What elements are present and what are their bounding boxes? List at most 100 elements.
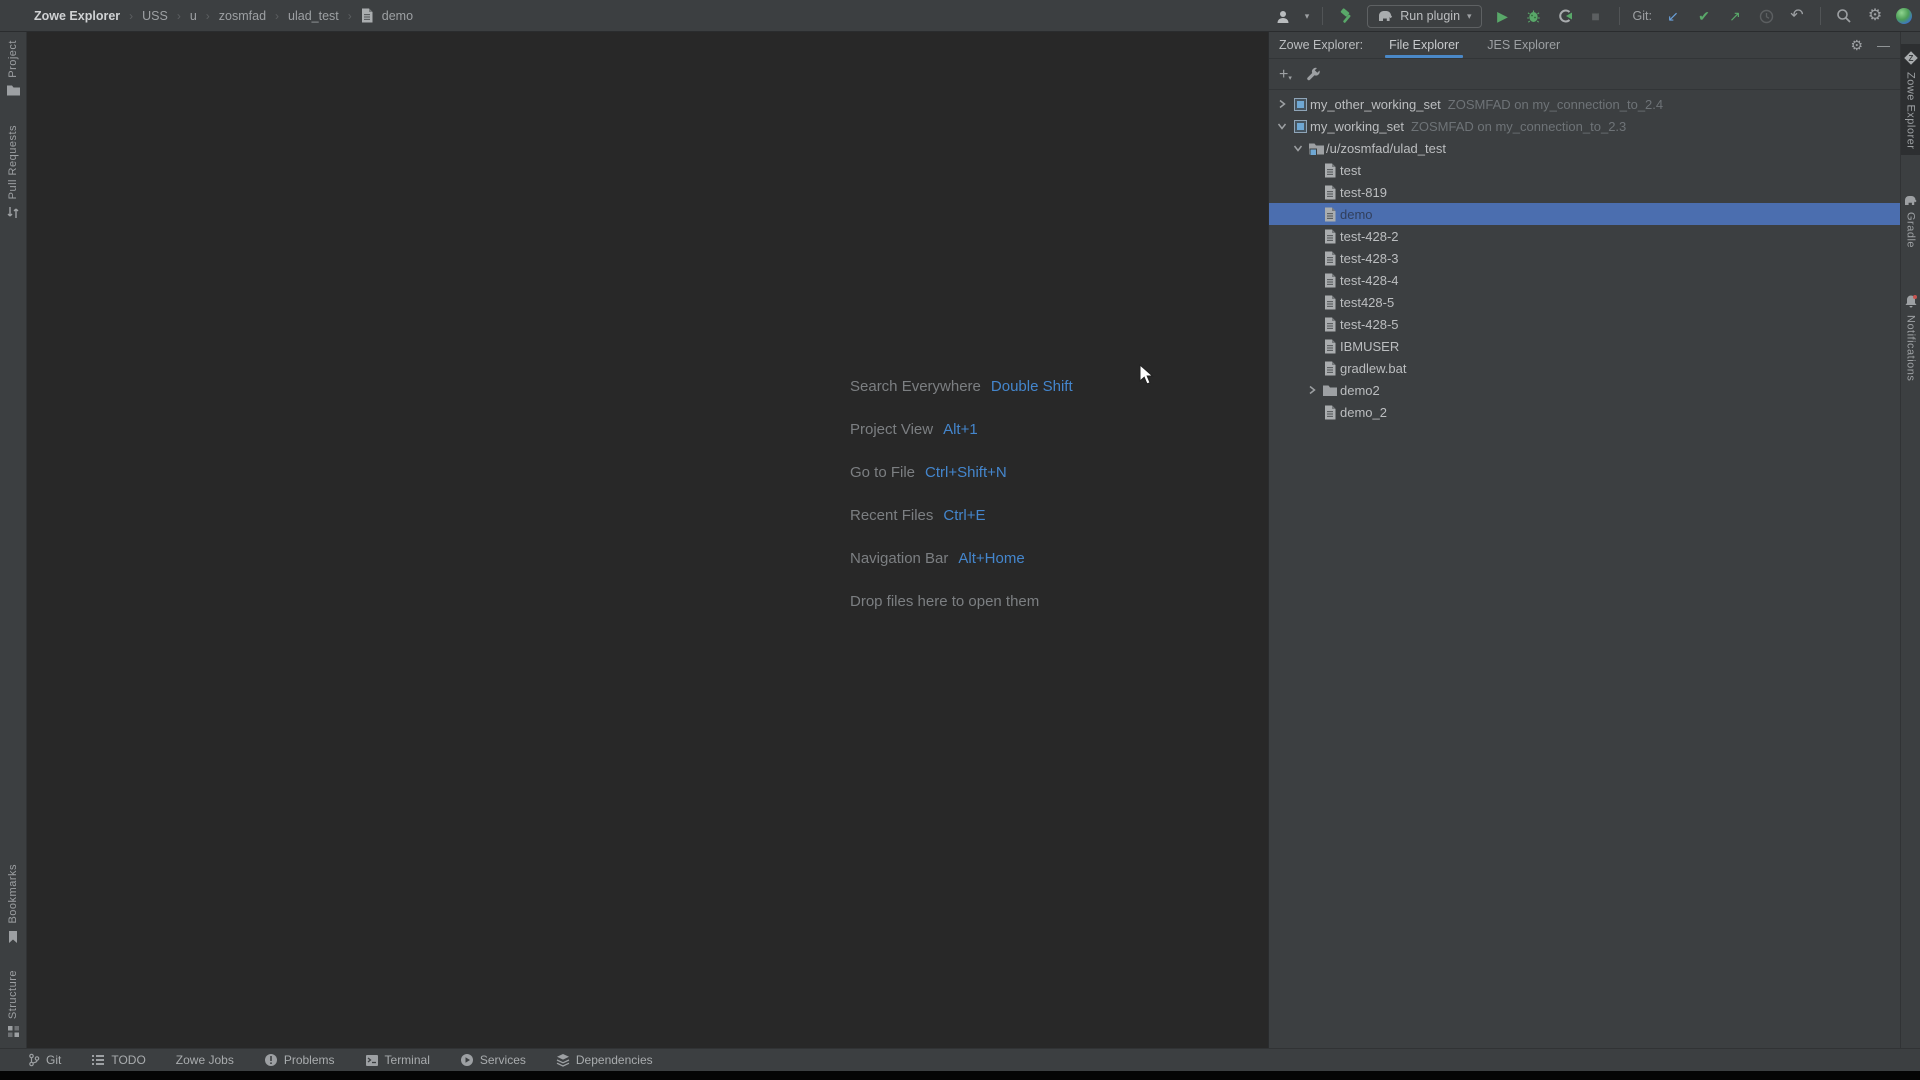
tree-item-label: test-428-3 — [1340, 251, 1399, 266]
git-update-icon[interactable]: ↙ — [1663, 6, 1683, 26]
tool-window-button-project[interactable]: Project — [6, 40, 21, 97]
status-item-problems[interactable]: Problems — [264, 1053, 335, 1067]
tab-file-explorer[interactable]: File Explorer — [1389, 32, 1459, 58]
tree-row-test-428-2[interactable]: test-428-2 — [1269, 225, 1900, 247]
tree-row-demo2[interactable]: demo2 — [1269, 379, 1900, 401]
tree-item-label: IBMUSER — [1340, 339, 1399, 354]
breadcrumb-root[interactable]: Zowe Explorer — [34, 9, 120, 23]
services-icon — [460, 1053, 474, 1067]
status-item-label: Services — [480, 1053, 526, 1067]
dependencies-icon — [556, 1053, 570, 1067]
run-button[interactable]: ▶ — [1493, 6, 1513, 26]
tree-row-demo-2[interactable]: demo_2 — [1269, 401, 1900, 423]
tool-window-label: Pull Requests — [7, 125, 19, 199]
file-icon — [1320, 273, 1340, 288]
collaborate-user-icon[interactable] — [1274, 6, 1294, 26]
tree-item-subtitle: ZOSMFAD on my_connection_to_2.4 — [1448, 97, 1663, 112]
shortcut-hint-row: Search Everywhere Double Shift — [850, 365, 1073, 408]
working-set-icon — [1290, 119, 1310, 134]
panel-toolbar: +▾ — [1269, 59, 1900, 90]
uss-file-tree: my_other_working_set ZOSMFAD on my_connec… — [1269, 90, 1900, 1048]
git-push-icon[interactable]: ↗ — [1725, 6, 1745, 26]
shortcut-hint-row: Navigation Bar Alt+Home — [850, 537, 1073, 580]
status-bar: Git TODO Zowe Jobs Problems Terminal Services… — [0, 1048, 1920, 1071]
tool-window-label: Gradle — [1905, 212, 1917, 248]
tree-row-test[interactable]: test — [1269, 159, 1900, 181]
rollback-icon[interactable]: ↶ — [1787, 6, 1807, 26]
status-item-dependencies[interactable]: Dependencies — [556, 1053, 653, 1067]
git-commit-check-icon[interactable]: ✔ — [1694, 6, 1714, 26]
status-item-zowe-jobs[interactable]: Zowe Jobs — [176, 1053, 234, 1067]
tree-row--u-zosmfad-ulad-test[interactable]: /u/zosmfad/ulad_test — [1269, 137, 1900, 159]
build-hammer-icon[interactable] — [1336, 6, 1356, 26]
stop-button[interactable]: ■ — [1586, 6, 1606, 26]
tree-item-label: my_other_working_set — [1310, 97, 1441, 112]
profiler-icon[interactable] — [1555, 6, 1575, 26]
status-item-git[interactable]: Git — [28, 1053, 61, 1067]
history-clock-icon[interactable] — [1756, 6, 1776, 26]
tree-row-demo[interactable]: demo — [1269, 203, 1900, 225]
search-icon[interactable] — [1834, 6, 1854, 26]
tree-expanded-chevron-icon[interactable] — [1289, 141, 1306, 155]
status-item-todo[interactable]: TODO — [91, 1053, 145, 1067]
breadcrumb-item[interactable]: zosmfad — [219, 9, 266, 23]
tree-item-label: my_working_set — [1310, 119, 1404, 134]
add-profile-button[interactable]: +▾ — [1279, 66, 1292, 82]
tree-item-label: test-428-4 — [1340, 273, 1399, 288]
tool-window-button-structure[interactable]: Structure — [7, 970, 20, 1038]
svg-text:Z: Z — [1908, 54, 1913, 63]
tool-window-button-gradle[interactable]: Gradle — [1901, 189, 1920, 254]
debug-bug-icon[interactable] — [1524, 6, 1544, 26]
tree-row-gradlew-bat[interactable]: gradlew.bat — [1269, 357, 1900, 379]
hint-action-label: Go to File — [850, 464, 915, 481]
run-configuration-label: Run plugin — [1400, 9, 1460, 23]
file-icon — [1320, 229, 1340, 244]
terminal-icon — [365, 1054, 379, 1067]
tool-window-button-bookmarks[interactable]: Bookmarks — [7, 864, 19, 944]
tree-item-label: test-428-2 — [1340, 229, 1399, 244]
tree-row-test-428-5[interactable]: test-428-5 — [1269, 313, 1900, 335]
panel-minimize-icon[interactable]: — — [1877, 38, 1890, 53]
tree-row-test-819[interactable]: test-819 — [1269, 181, 1900, 203]
tab-jes-explorer[interactable]: JES Explorer — [1487, 32, 1560, 58]
editor-empty-pane[interactable]: Search Everywhere Double ShiftProject Vi… — [28, 33, 1268, 1048]
run-configuration-select[interactable]: Run plugin ▾ — [1367, 5, 1481, 28]
tree-row-test-428-4[interactable]: test-428-4 — [1269, 269, 1900, 291]
tree-row-test428-5[interactable]: test428-5 — [1269, 291, 1900, 313]
tree-item-label: demo — [1340, 207, 1373, 222]
tree-item-label: demo_2 — [1340, 405, 1387, 420]
tool-window-button-notifications[interactable]: Notifications — [1901, 288, 1920, 387]
tree-collapsed-chevron-icon[interactable] — [1303, 383, 1320, 397]
toolbar-divider — [1619, 7, 1620, 25]
drop-files-hint: Drop files here to open them — [850, 580, 1073, 623]
breadcrumb-file[interactable]: demo — [382, 9, 413, 23]
tree-row-my-other-working-set[interactable]: my_other_working_set ZOSMFAD on my_connec… — [1269, 93, 1900, 115]
working-set-icon — [1290, 97, 1310, 112]
tool-window-button-zowe-explorer[interactable]: Z Zowe Explorer — [1901, 44, 1920, 155]
profile-sphere-icon[interactable] — [1896, 8, 1912, 24]
tree-row-ibmuser[interactable]: IBMUSER — [1269, 335, 1900, 357]
chevron-down-icon: ▾ — [1467, 11, 1472, 22]
folder-root-icon — [1306, 141, 1326, 156]
panel-settings-gear-icon[interactable]: ⚙ — [1850, 37, 1863, 54]
settings-gear-icon[interactable]: ⚙ — [1865, 6, 1885, 26]
tool-window-label: Bookmarks — [7, 864, 19, 924]
file-icon — [1320, 185, 1340, 200]
breadcrumb-item[interactable]: ulad_test — [288, 9, 339, 23]
screen-edge-strip — [0, 1071, 1920, 1080]
status-item-services[interactable]: Services — [460, 1053, 526, 1067]
tree-expanded-chevron-icon[interactable] — [1273, 119, 1290, 133]
tree-collapsed-chevron-icon[interactable] — [1273, 97, 1290, 111]
hint-keybinding: Ctrl+Shift+N — [925, 464, 1007, 481]
status-item-terminal[interactable]: Terminal — [365, 1053, 430, 1067]
tree-row-test-428-3[interactable]: test-428-3 — [1269, 247, 1900, 269]
problems-icon — [264, 1053, 278, 1067]
tool-window-button-pull-requests[interactable]: Pull Requests — [6, 125, 20, 220]
tree-item-subtitle: ZOSMFAD on my_connection_to_2.3 — [1411, 119, 1626, 134]
chevron-separator-icon: › — [348, 9, 352, 23]
actions-wrench-icon[interactable] — [1306, 67, 1321, 82]
tree-row-my-working-set[interactable]: my_working_set ZOSMFAD on my_connection_t… — [1269, 115, 1900, 137]
zowe-explorer-panel: Zowe Explorer: File Explorer JES Explore… — [1268, 32, 1900, 1048]
breadcrumb-item[interactable]: USS — [142, 9, 168, 23]
breadcrumb-item[interactable]: u — [190, 9, 197, 23]
